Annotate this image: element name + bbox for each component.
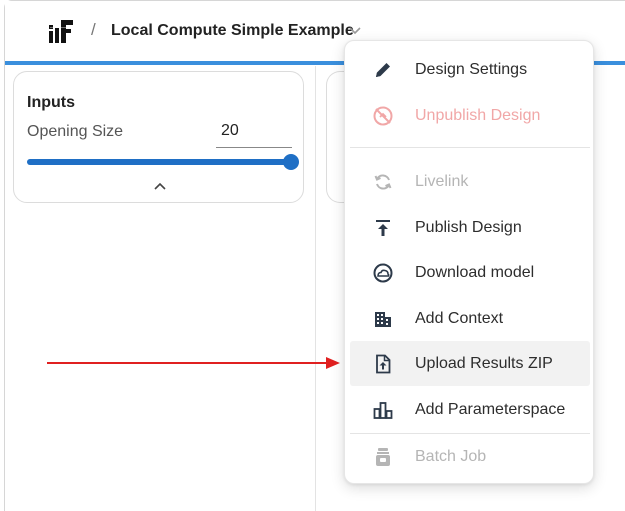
slider-thumb[interactable] xyxy=(283,154,299,170)
batch-icon xyxy=(372,446,394,468)
chevron-up-icon[interactable] xyxy=(154,182,166,190)
opening-size-input[interactable]: 20 xyxy=(216,118,292,148)
menu-item-download-model[interactable]: Download model xyxy=(350,250,590,295)
menu-item-label: Unpublish Design xyxy=(415,107,541,124)
pencil-icon xyxy=(372,59,394,81)
menu-item-add-parameterspace[interactable]: Add Parameterspace xyxy=(350,387,590,432)
menu-item-label: Publish Design xyxy=(415,219,522,236)
inputs-panel: Inputs Opening Size 20 xyxy=(13,71,304,203)
panel-divider xyxy=(315,66,316,511)
menu-item-livelink: Livelink xyxy=(350,159,590,204)
slider-fill xyxy=(27,159,291,165)
menu-item-design-settings[interactable]: Design Settings xyxy=(350,47,590,92)
menu-item-label: Download model xyxy=(415,264,535,281)
chevron-down-icon[interactable] xyxy=(349,27,361,35)
breadcrumb-separator: / xyxy=(91,20,96,39)
inputs-title: Inputs xyxy=(27,94,75,111)
design-title[interactable]: Local Compute Simple Example xyxy=(111,22,354,40)
publish-upload-icon xyxy=(372,217,394,239)
unpublish-icon xyxy=(372,105,394,127)
menu-item-add-context[interactable]: Add Context xyxy=(350,296,590,341)
opening-size-slider[interactable] xyxy=(27,154,299,170)
cloud-download-icon xyxy=(372,262,394,284)
design-actions-menu: Design Settings Unpublish Design Livelin… xyxy=(344,40,594,484)
sync-icon xyxy=(372,171,394,193)
menu-item-label: Add Context xyxy=(415,310,504,327)
menu-item-publish-design[interactable]: Publish Design xyxy=(350,205,590,250)
bar-chart-icon xyxy=(372,399,394,421)
menu-item-label: Design Settings xyxy=(415,61,528,78)
annotation-arrow xyxy=(47,357,340,369)
menu-item-unpublish-design: Unpublish Design xyxy=(350,93,590,138)
menu-item-label: Add Parameterspace xyxy=(415,401,566,418)
menu-item-label: Livelink xyxy=(415,173,469,190)
menu-item-batch-job: Batch Job xyxy=(350,434,590,479)
file-upload-icon xyxy=(372,353,394,375)
opening-size-label: Opening Size xyxy=(27,123,124,140)
menu-divider xyxy=(350,147,590,148)
app-logo-icon[interactable] xyxy=(48,17,74,45)
menu-item-label: Upload Results ZIP xyxy=(415,355,553,372)
buildings-icon xyxy=(372,308,394,330)
menu-item-upload-results-zip[interactable]: Upload Results ZIP xyxy=(350,341,590,386)
menu-item-label: Batch Job xyxy=(415,448,487,465)
